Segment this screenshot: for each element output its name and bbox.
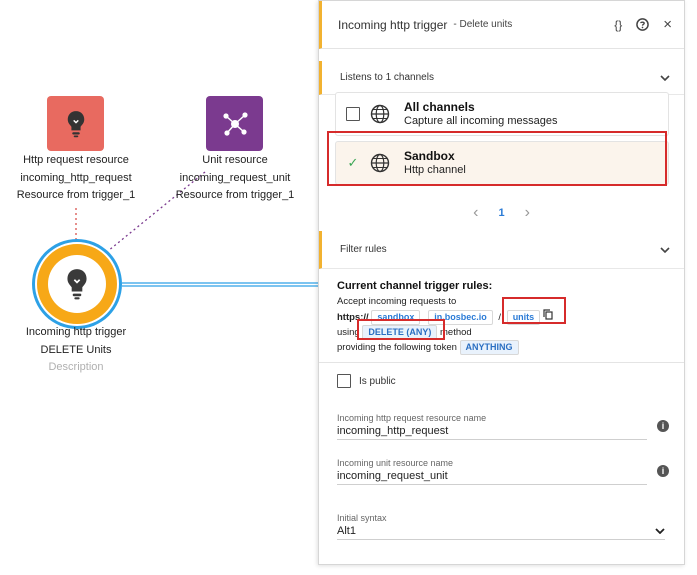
code-braces-icon[interactable]: {} (614, 18, 622, 32)
channel-pager: ‹ 1 › (319, 201, 684, 225)
trigger-description[interactable]: Description (26, 359, 126, 377)
pager-current-page[interactable]: 1 (498, 207, 504, 219)
http-resource-name-field[interactable]: Incoming http request resource name inco… (337, 413, 647, 440)
http-resource-name-input[interactable]: incoming_http_request (337, 425, 647, 440)
unit-resource-label: Unit resource incoming_request_unit Reso… (175, 154, 295, 201)
chevron-down-icon (655, 528, 665, 534)
channel-item-all[interactable]: All channels Capture all incoming messag… (335, 92, 669, 136)
lightbulb-icon (67, 269, 87, 300)
pager-prev-button[interactable]: ‹ (473, 204, 478, 222)
channel-subtitle: Capture all incoming messages (404, 115, 558, 127)
info-icon[interactable]: i (657, 465, 669, 477)
subdomain-pill[interactable]: sandbox (371, 310, 421, 325)
pager-next-button[interactable]: › (525, 204, 530, 222)
hub-network-icon (222, 111, 248, 136)
channel-title: All channels (404, 100, 475, 114)
http-resource-node[interactable] (47, 96, 104, 151)
path-pill[interactable]: units (506, 310, 541, 325)
lightbulb-icon (67, 110, 84, 137)
token-pill[interactable]: ANYTHING (459, 340, 519, 355)
channel-trigger-rules: Current channel trigger rules: Accept in… (337, 279, 667, 355)
globe-icon (370, 104, 390, 124)
http-trigger-label: Incoming http trigger DELETE Units Descr… (26, 324, 126, 377)
panel-title: Incoming http trigger (338, 17, 448, 32)
trigger-settings-panel: Incoming http trigger - Delete units {} … (318, 0, 685, 565)
chevron-down-icon (660, 246, 670, 253)
channel-title: Sandbox (404, 149, 455, 163)
panel-header: Incoming http trigger - Delete units {} … (319, 1, 684, 49)
filter-rules-section-header[interactable]: Filter rules (319, 231, 684, 269)
channel-subtitle: Http channel (404, 164, 466, 176)
globe-icon (370, 153, 390, 173)
http-resource-label: Http request resource incoming_http_requ… (16, 154, 136, 201)
initial-syntax-field[interactable]: Initial syntax Alt1 (337, 513, 665, 540)
unit-resource-name-field[interactable]: Incoming unit resource name incoming_req… (337, 458, 647, 485)
channel-item-sandbox[interactable]: ✓ Sandbox Http channel (335, 141, 669, 185)
close-icon[interactable]: × (663, 16, 672, 33)
copy-icon[interactable] (543, 309, 553, 320)
domain-pill[interactable]: in.bosbec.io (428, 310, 493, 325)
http-trigger-node[interactable] (32, 239, 122, 329)
chevron-down-icon (660, 74, 670, 81)
channels-section-header[interactable]: Listens to 1 channels (319, 61, 684, 95)
panel-subtitle: - Delete units (453, 19, 513, 30)
channel-checkbox[interactable] (346, 107, 360, 121)
is-public-toggle[interactable]: Is public (337, 374, 396, 388)
info-icon[interactable]: i (657, 420, 669, 432)
check-icon[interactable]: ✓ (346, 155, 360, 171)
channel-list: All channels Capture all incoming messag… (335, 92, 669, 185)
unit-resource-name-input[interactable]: incoming_request_unit (337, 470, 647, 485)
initial-syntax-select[interactable]: Alt1 (337, 525, 665, 540)
method-pill[interactable]: DELETE (ANY) (362, 325, 438, 340)
rules-heading: Current channel trigger rules: (337, 280, 493, 292)
is-public-checkbox[interactable] (337, 374, 351, 388)
help-icon[interactable] (636, 18, 650, 31)
unit-resource-node[interactable] (206, 96, 263, 151)
